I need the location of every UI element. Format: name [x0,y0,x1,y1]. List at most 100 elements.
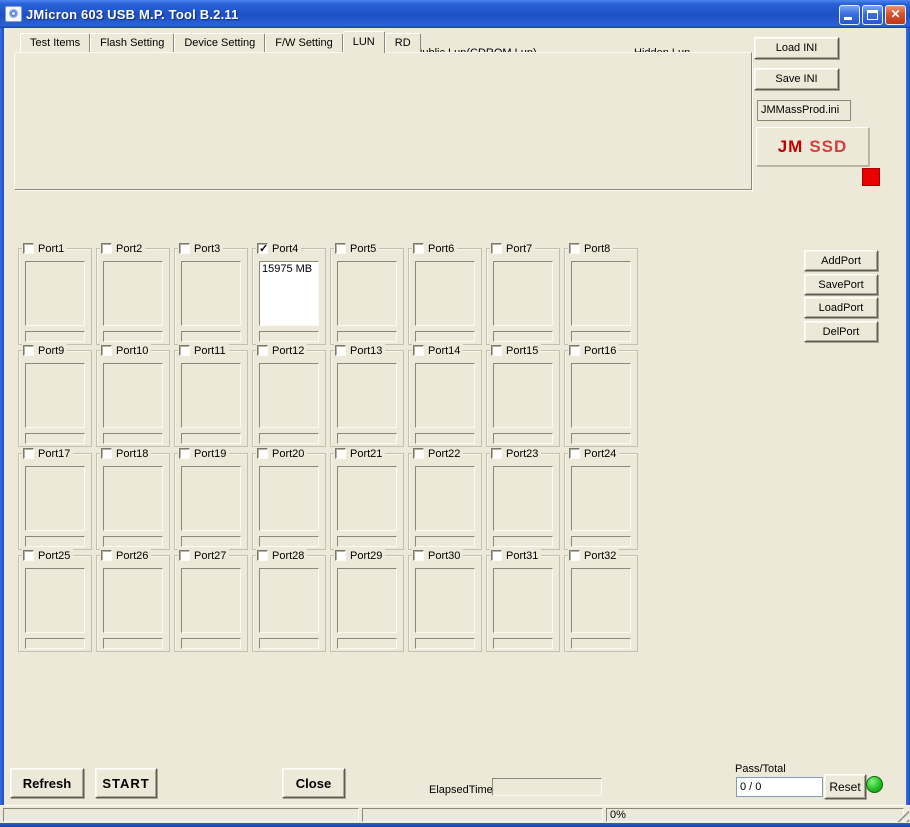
port-checkbox[interactable] [335,345,346,356]
port-listbox[interactable] [103,363,163,428]
reset-button[interactable]: Reset [824,774,866,799]
port-checkbox[interactable] [23,345,34,356]
minimize-button[interactable] [839,5,860,25]
close-icon: ✕ [886,7,905,21]
port-checkbox[interactable] [101,345,112,356]
port-listbox[interactable] [259,363,319,428]
save-port-button[interactable]: SavePort [804,274,878,295]
port-listbox[interactable] [103,466,163,531]
close-button[interactable]: ✕ [885,5,906,25]
port-checkbox[interactable] [257,448,268,459]
port-listbox[interactable] [415,466,475,531]
save-ini-button[interactable]: Save INI [754,68,839,90]
port-checkbox[interactable] [569,550,580,561]
port-checkbox[interactable] [491,345,502,356]
port-checkbox[interactable] [23,550,34,561]
port-checkbox[interactable] [335,243,346,254]
port-checkbox[interactable] [413,243,424,254]
port-listbox[interactable] [493,261,553,326]
port-checkbox[interactable] [101,448,112,459]
add-port-button[interactable]: AddPort [804,250,878,271]
port-listbox[interactable] [103,568,163,633]
port-checkbox[interactable] [335,448,346,459]
port-checkbox[interactable] [491,550,502,561]
ini-filename-field[interactable]: JMMassProd.ini [757,100,851,121]
jm-ssd-badge: JM SSD [756,127,869,166]
port-checkbox[interactable] [257,345,268,356]
port-listbox[interactable] [337,261,397,326]
port-listbox[interactable] [181,363,241,428]
port-checkbox[interactable] [569,345,580,356]
port-checkbox[interactable] [491,448,502,459]
window-border-left [0,28,4,827]
tab-flash-setting[interactable]: Flash Setting [90,33,174,52]
port-progressbar [25,433,85,444]
port-listbox[interactable] [259,466,319,531]
port-checkbox[interactable] [101,243,112,254]
tab-test-items[interactable]: Test Items [20,33,90,52]
port-progressbar [181,331,241,342]
port-listbox[interactable] [571,466,631,531]
port-listbox[interactable] [25,568,85,633]
port-checkbox[interactable] [23,448,34,459]
port-listbox[interactable] [493,466,553,531]
port-listbox[interactable] [571,261,631,326]
del-port-button[interactable]: DelPort [804,321,878,342]
load-port-button[interactable]: LoadPort [804,297,878,318]
port-listbox[interactable] [415,363,475,428]
port-label: Port15 [506,345,538,357]
port-checkbox[interactable] [257,243,268,254]
tab-fw-setting[interactable]: F/W Setting [265,33,342,52]
port-listbox[interactable] [25,466,85,531]
port-label: Port11 [194,345,226,357]
port-checkbox[interactable] [335,550,346,561]
port-listbox[interactable] [181,568,241,633]
port-checkbox[interactable] [179,448,190,459]
port-listbox[interactable] [337,466,397,531]
port-checkbox[interactable] [179,345,190,356]
port-checkbox[interactable] [413,345,424,356]
port-listbox[interactable] [103,261,163,326]
close-action-button[interactable]: Close [282,768,345,798]
start-button[interactable]: START [95,768,157,798]
refresh-button[interactable]: Refresh [10,768,84,798]
port-checkbox[interactable] [491,243,502,254]
port-checkbox[interactable] [101,550,112,561]
port-listbox[interactable] [337,568,397,633]
port-listbox[interactable] [415,568,475,633]
port-listbox[interactable] [571,568,631,633]
port-checkbox[interactable] [569,448,580,459]
port-listbox[interactable] [337,363,397,428]
port-label: Port23 [506,448,538,460]
port-listbox[interactable] [181,466,241,531]
port-checkbox[interactable] [179,550,190,561]
port-group: Port31 [486,555,560,652]
port-listbox[interactable] [25,363,85,428]
tab-strip: Test Items Flash Setting Device Setting … [20,30,421,52]
port-listbox[interactable]: 15975 MB [259,261,319,326]
port-listbox[interactable] [571,363,631,428]
maximize-button[interactable] [862,5,883,25]
port-progressbar [259,638,319,649]
port-label: Port5 [350,243,376,255]
port-checkbox[interactable] [413,550,424,561]
elapsed-time-field [492,778,602,796]
port-checkbox[interactable] [569,243,580,254]
port-checkbox[interactable] [23,243,34,254]
port-listbox[interactable] [493,363,553,428]
load-ini-button[interactable]: Load INI [754,37,839,59]
tab-lun[interactable]: LUN [343,31,385,53]
port-listbox[interactable] [25,261,85,326]
port-listbox[interactable] [181,261,241,326]
tab-device-setting[interactable]: Device Setting [174,33,265,52]
port-checkbox[interactable] [257,550,268,561]
port-listbox[interactable] [259,568,319,633]
elapsed-time-label: ElapsedTime [429,784,493,796]
port-label: Port14 [428,345,460,357]
port-checkbox[interactable] [413,448,424,459]
port-listbox[interactable] [493,568,553,633]
port-checkbox[interactable] [179,243,190,254]
tab-rd[interactable]: RD [385,33,421,52]
port-listbox[interactable] [415,261,475,326]
port-group: Port28 [252,555,326,652]
